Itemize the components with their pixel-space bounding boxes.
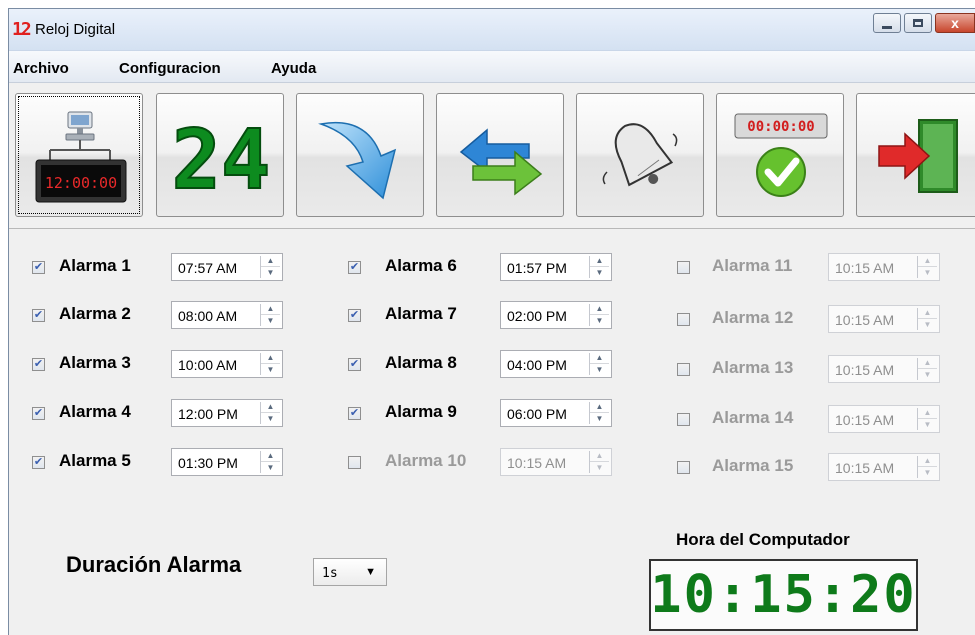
exit-button[interactable] [856,93,975,217]
spinner-down-icon: ▼ [923,319,932,329]
refresh-arrows-icon [459,128,543,196]
app-clock-icon: 12 [12,19,32,40]
bell-button[interactable] [576,93,704,217]
spinner-up-icon: ▲ [918,358,937,369]
spinner-up-icon: ▲ [918,456,937,467]
24-hour-button[interactable]: 24 [156,93,284,217]
alarm-row-13: Alarma 13 10:15 AM ▲ ▼ [9,355,969,383]
close-icon: x [951,15,959,31]
alarm-15-time-value: 10:15 AM [835,460,895,476]
alarm-row-12: Alarma 12 10:15 AM ▲ ▼ [9,305,969,333]
alarm-12-time-value: 10:15 AM [835,312,895,328]
maximize-icon [913,19,923,27]
spinner-arrows: ▲ ▼ [917,358,937,380]
spinner-down-icon: ▼ [923,267,932,277]
alarm-14-checkbox[interactable] [677,413,690,426]
refresh-button[interactable] [436,93,564,217]
alarm-15-time-spinner: 10:15 AM ▲ ▼ [828,453,940,481]
toolbar: 12:00:00 24 00:00:00 [9,83,975,229]
spinner-up-icon: ▲ [918,408,937,419]
alarm-13-label: Alarma 13 [712,358,794,377]
computer-clock-icon: 12:00:00 [35,111,127,203]
24-hour-icon: 24 [171,112,272,209]
main-window: 12 Reloj Digital x Archivo Configuracion… [8,8,975,635]
alarm-13-time-spinner: 10:15 AM ▲ ▼ [828,355,940,383]
alarm-13-checkbox[interactable] [677,363,690,376]
alarm-12-label: Alarma 12 [712,308,794,327]
minimize-button[interactable] [873,13,901,33]
chevron-down-icon: ▼ [365,566,376,578]
alarm-11-label: Alarma 11 [712,256,793,275]
alarm-11-time-spinner: 10:15 AM ▲ ▼ [828,253,940,281]
spinner-down-icon: ▼ [923,467,932,477]
duracion-select[interactable]: 1s ▼ [313,558,387,586]
spinner-down-icon: ▼ [923,369,932,379]
duracion-selected-value: 1s [322,566,338,581]
menu-archivo[interactable]: Archivo [13,60,69,77]
menu-ayuda[interactable]: Ayuda [271,60,316,77]
stopwatch-button[interactable]: 00:00:00 [716,93,844,217]
maximize-button[interactable] [904,13,932,33]
window-title: Reloj Digital [35,21,116,38]
spinner-arrows: ▲ ▼ [917,308,937,330]
alarm-11-checkbox[interactable] [677,261,690,274]
arrow-down-right-icon [318,121,397,200]
spinner-down-icon: ▼ [923,419,932,429]
computer-clock-button[interactable]: 12:00:00 [15,93,143,217]
menu-configuracion[interactable]: Configuracion [119,60,221,77]
computer-clock-digits: 12:00:00 [45,174,117,192]
alarm-12-checkbox[interactable] [677,313,690,326]
alarm-12-time-spinner: 10:15 AM ▲ ▼ [828,305,940,333]
alarm-13-time-value: 10:15 AM [835,362,895,378]
title-bar[interactable]: 12 Reloj Digital x [9,9,975,51]
spinner-arrows: ▲ ▼ [917,408,937,430]
alarm-15-label: Alarma 15 [712,456,794,475]
close-button[interactable]: x [935,13,975,33]
stopwatch-digits: 00:00:00 [747,119,814,135]
alarm-row-11: Alarma 11 10:15 AM ▲ ▼ [9,253,969,281]
alarm-row-14: Alarma 14 10:15 AM ▲ ▼ [9,405,969,433]
bell-icon [602,123,678,187]
alarm-14-time-spinner: 10:15 AM ▲ ▼ [828,405,940,433]
hora-computador-label: Hora del Computador [676,530,850,549]
alarm-14-time-value: 10:15 AM [835,412,895,428]
alarm-11-time-value: 10:15 AM [835,260,895,276]
spinner-arrows: ▲ ▼ [917,456,937,478]
spinner-arrows: ▲ ▼ [917,256,937,278]
exit-door-icon [878,119,958,193]
menu-bar: Archivo Configuracion Ayuda [9,51,975,83]
minimize-icon [882,25,892,29]
alarm-row-15: Alarma 15 10:15 AM ▲ ▼ [9,453,969,481]
alarm-15-checkbox[interactable] [677,461,690,474]
duracion-label: Duración Alarma [66,552,242,577]
alarm-14-label: Alarma 14 [712,408,794,427]
24-hour-digits: 24 [172,113,271,208]
spinner-up-icon: ▲ [918,308,937,319]
window-controls: x [870,13,975,33]
stopwatch-check-icon: 00:00:00 [734,113,828,197]
arrow-button[interactable] [296,93,424,217]
computer-clock-time: 10:15:20 [650,565,917,625]
spinner-up-icon: ▲ [918,256,937,267]
computer-clock-display: 10:15:20 [649,559,918,631]
